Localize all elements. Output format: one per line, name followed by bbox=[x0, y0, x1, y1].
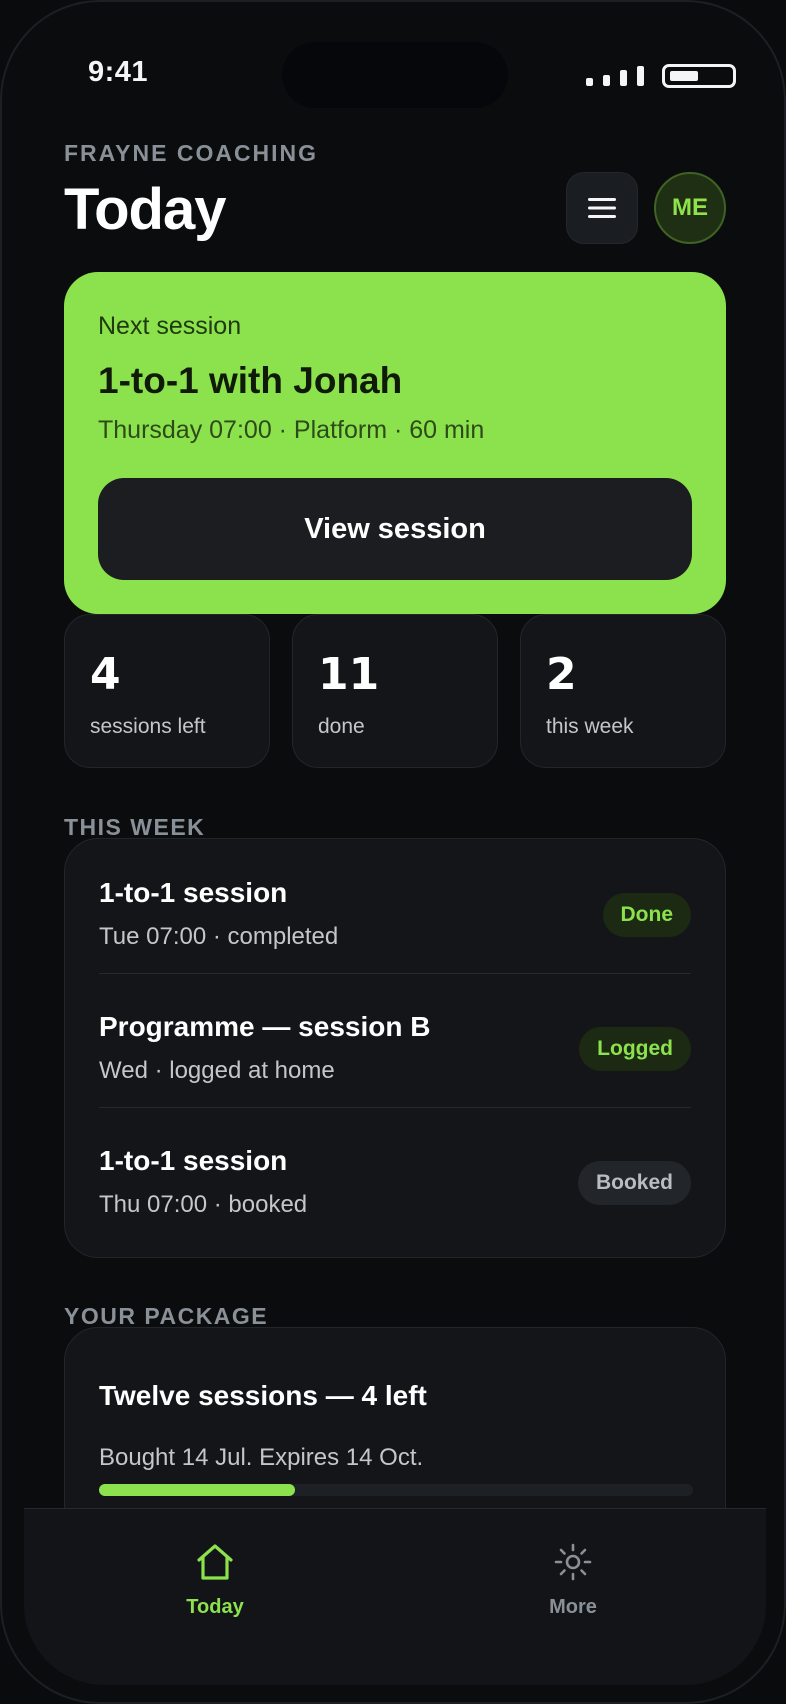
next-session-card: Next session 1-to-1 with Jonah Thursday … bbox=[64, 272, 726, 614]
package-title: Twelve sessions — 4 left bbox=[99, 1380, 427, 1411]
stat-label: this week bbox=[546, 715, 634, 738]
next-session-eyebrow: Next session bbox=[98, 312, 242, 340]
list-item-title: 1-to-1 session bbox=[99, 1145, 288, 1176]
list-item-subtitle: Wed · logged at home bbox=[99, 1057, 335, 1084]
page-title: Today bbox=[64, 177, 226, 242]
next-session-title: 1-to-1 with Jonah bbox=[98, 360, 403, 401]
package-progress-fill bbox=[99, 1484, 296, 1496]
package-subtitle: Bought 14 Jul. Expires 14 Oct. bbox=[99, 1444, 424, 1471]
section-label-this-week: THIS WEEK bbox=[64, 814, 206, 840]
list-item[interactable]: 1-to-1 session Tue 07:00 · completed Don… bbox=[99, 839, 691, 974]
stat-sessions-left: 4 sessions left bbox=[64, 614, 270, 768]
dynamic-island bbox=[282, 42, 508, 108]
stat-value: 11 bbox=[318, 649, 380, 700]
tab-label: Today bbox=[186, 1596, 244, 1618]
home-icon bbox=[197, 1544, 233, 1580]
avatar[interactable]: ME bbox=[654, 172, 726, 244]
this-week-card: 1-to-1 session Tue 07:00 · completed Don… bbox=[64, 838, 726, 1258]
menu-button[interactable] bbox=[566, 172, 638, 244]
tab-bar: Today More bbox=[24, 1508, 766, 1685]
hamburger-icon bbox=[588, 198, 616, 218]
stat-label: sessions left bbox=[90, 715, 206, 738]
stat-this-week: 2 this week bbox=[520, 614, 726, 768]
brand-label: FRAYNE COACHING bbox=[64, 140, 319, 166]
sun-settings-icon bbox=[554, 1543, 592, 1581]
stat-done: 11 done bbox=[292, 614, 498, 768]
stat-label: done bbox=[318, 715, 365, 738]
list-item-title: 1-to-1 session bbox=[99, 877, 288, 908]
tab-more[interactable]: More bbox=[473, 1543, 673, 1619]
tab-today[interactable]: Today bbox=[115, 1543, 315, 1619]
signal-icon bbox=[586, 66, 646, 86]
tab-label: More bbox=[549, 1596, 597, 1618]
package-progress-bar bbox=[99, 1484, 693, 1496]
list-item-subtitle: Tue 07:00 · completed bbox=[99, 923, 339, 950]
status-badge: Logged bbox=[579, 1027, 691, 1071]
list-item-title: Programme — session B bbox=[99, 1011, 431, 1042]
list-item[interactable]: Programme — session B Wed · logged at ho… bbox=[99, 973, 691, 1108]
stat-value: 2 bbox=[546, 649, 577, 700]
list-item[interactable]: 1-to-1 session Thu 07:00 · booked Booked bbox=[99, 1107, 691, 1241]
next-session-meta: Thursday 07:00 · Platform · 60 min bbox=[98, 416, 485, 444]
section-label-package: YOUR PACKAGE bbox=[64, 1303, 269, 1329]
phone-frame: 9:41 FRAYNE COACHING Today ME Next sessi… bbox=[0, 0, 786, 1704]
battery-icon bbox=[662, 64, 736, 88]
status-badge: Done bbox=[602, 893, 691, 937]
stat-value: 4 bbox=[90, 649, 121, 700]
view-session-button[interactable]: View session bbox=[98, 478, 692, 580]
status-time: 9:41 bbox=[88, 56, 149, 88]
status-badge: Booked bbox=[577, 1161, 691, 1205]
list-item-subtitle: Thu 07:00 · booked bbox=[99, 1191, 308, 1218]
